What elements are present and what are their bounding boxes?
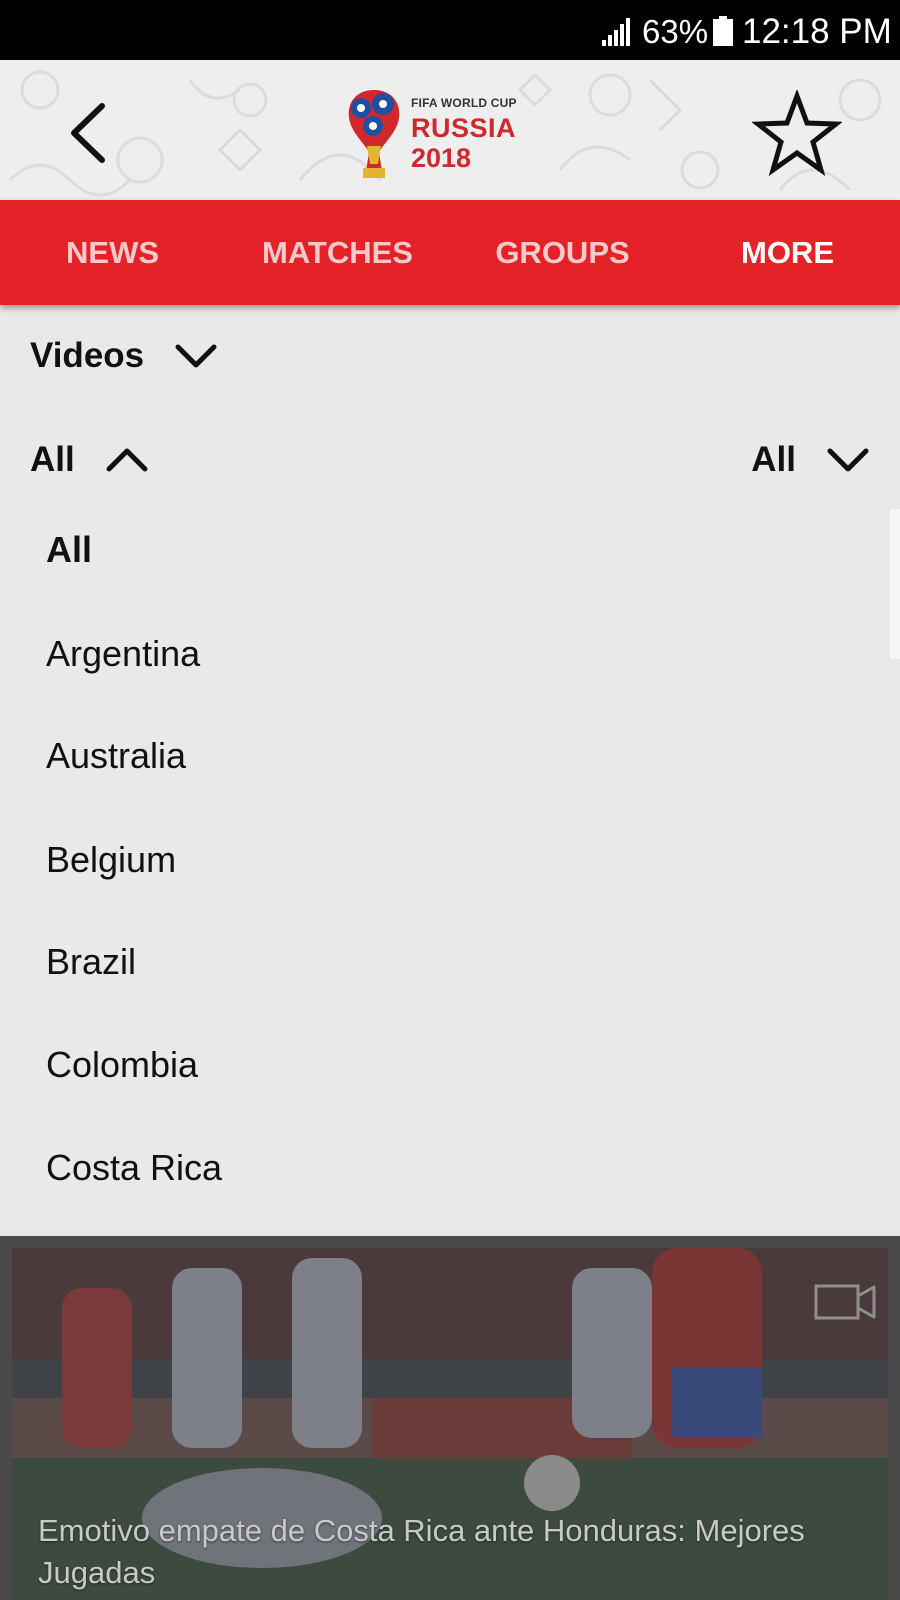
secondary-filter[interactable]: All	[751, 420, 870, 500]
dropdown-item-brazil[interactable]: Brazil	[46, 912, 136, 1012]
team-filter-label: All	[30, 440, 75, 479]
tab-news[interactable]: NEWS	[0, 200, 225, 305]
chevron-up-icon	[106, 448, 148, 472]
category-label: Videos	[30, 336, 145, 375]
dropdown-item-australia[interactable]: Australia	[46, 706, 186, 806]
logo-year: 2018	[411, 143, 472, 173]
dropdown-item-all[interactable]: All	[46, 500, 92, 600]
app-header: FIFA WORLD CUP RUSSIA 2018	[0, 60, 900, 200]
category-selector[interactable]: Videos	[30, 320, 218, 392]
video-list: Emotivo empate de Costa Rica ante Hondur…	[0, 1236, 900, 1600]
logo-subtitle: FIFA WORLD CUP	[411, 96, 517, 110]
team-dropdown-list: All Argentina Australia Belgium Brazil C…	[0, 510, 900, 1236]
team-filter[interactable]: All	[30, 420, 149, 500]
battery-icon	[713, 16, 733, 46]
video-camera-icon	[814, 1284, 876, 1320]
chevron-down-icon	[827, 448, 869, 472]
dropdown-item-belgium[interactable]: Belgium	[46, 810, 176, 910]
tab-matches[interactable]: MATCHES	[225, 200, 450, 305]
scroll-indicator[interactable]	[890, 509, 900, 659]
tab-groups[interactable]: GROUPS	[450, 200, 675, 305]
signal-icon	[602, 18, 630, 46]
battery-percent: 63%	[642, 13, 709, 50]
video-card[interactable]: Emotivo empate de Costa Rica ante Hondur…	[12, 1248, 888, 1600]
chevron-down-icon	[175, 344, 217, 368]
dropdown-item-costa-rica[interactable]: Costa Rica	[46, 1118, 222, 1218]
clock: 12:18 PM	[742, 12, 892, 51]
secondary-filter-label: All	[751, 440, 796, 479]
main-nav: NEWS MATCHES GROUPS MORE	[0, 200, 900, 305]
favorite-star-icon[interactable]	[752, 90, 842, 176]
video-caption: Emotivo empate de Costa Rica ante Hondur…	[38, 1513, 805, 1590]
trophy-icon	[348, 90, 400, 178]
status-bar: 63% 12:18 PM	[0, 0, 900, 60]
logo-title: RUSSIA	[411, 113, 517, 143]
back-icon[interactable]	[62, 98, 122, 168]
world-cup-logo: FIFA WORLD CUP RUSSIA 2018	[345, 72, 545, 192]
dropdown-item-colombia[interactable]: Colombia	[46, 1015, 198, 1115]
dropdown-item-argentina[interactable]: Argentina	[46, 604, 200, 704]
tab-more[interactable]: MORE	[675, 200, 900, 305]
